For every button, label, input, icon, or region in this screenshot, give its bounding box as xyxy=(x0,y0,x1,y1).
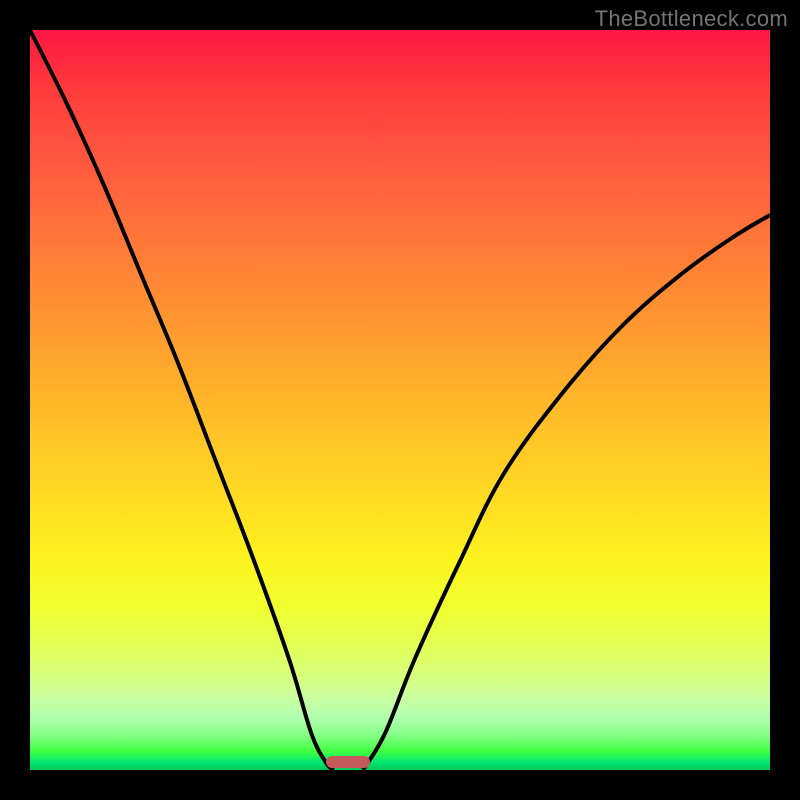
bottleneck-marker xyxy=(326,756,370,768)
left-curve xyxy=(30,30,333,770)
chart-container: TheBottleneck.com xyxy=(0,0,800,800)
right-curve xyxy=(363,215,770,770)
curve-layer xyxy=(30,30,770,770)
watermark-text: TheBottleneck.com xyxy=(595,6,788,32)
plot-area xyxy=(30,30,770,770)
